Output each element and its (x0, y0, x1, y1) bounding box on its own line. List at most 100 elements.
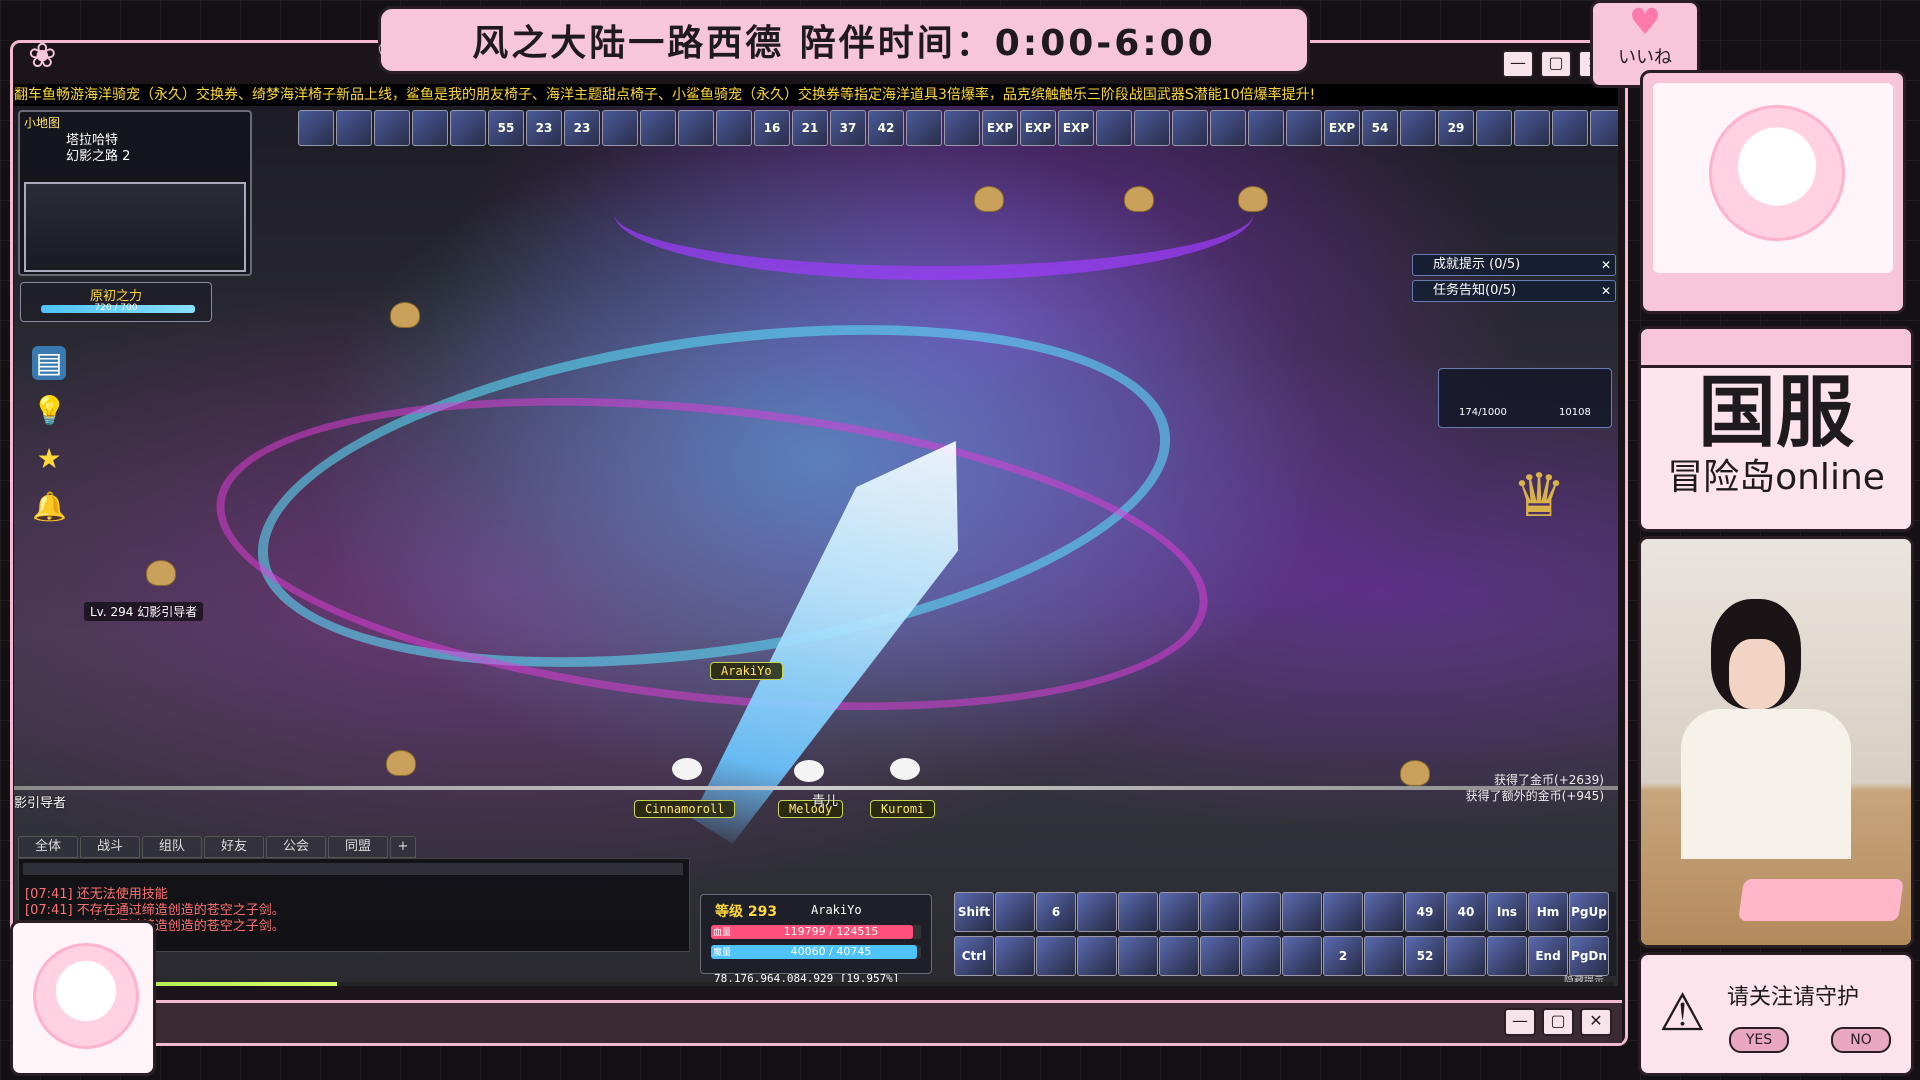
skill-slot[interactable]: 49 (1405, 892, 1445, 932)
skill-slot[interactable] (1364, 936, 1404, 976)
skill-slot[interactable] (1241, 892, 1281, 932)
buff-icon[interactable]: 37 (830, 110, 866, 146)
skill-slot[interactable] (1200, 892, 1240, 932)
bell-icon[interactable]: 🔔 (32, 490, 67, 524)
buff-icon[interactable]: 42 (868, 110, 904, 146)
pet-name-tag[interactable]: Cinnamoroll (634, 800, 736, 818)
minimap-view[interactable] (24, 182, 246, 272)
skill-slot[interactable] (1323, 892, 1363, 932)
skill-slot[interactable] (1159, 892, 1199, 932)
skill-slot[interactable] (1159, 936, 1199, 976)
buff-icon[interactable] (412, 110, 448, 146)
chat-tab[interactable]: 全体 (18, 836, 78, 858)
buff-icon[interactable] (298, 110, 334, 146)
player-name-tag[interactable]: ArakiYo (710, 662, 783, 680)
buff-icon[interactable] (602, 110, 638, 146)
close-button[interactable]: ✕ (1580, 1008, 1612, 1036)
buff-icon[interactable]: EXP (1324, 110, 1360, 146)
money-bag-icon[interactable] (1238, 186, 1268, 212)
buff-icon[interactable] (716, 110, 752, 146)
buff-icon[interactable]: EXP (1058, 110, 1094, 146)
buff-icon[interactable] (1134, 110, 1170, 146)
skill-slot[interactable] (1077, 892, 1117, 932)
add-chat-tab-button[interactable]: + (390, 836, 416, 858)
skill-slot[interactable] (1487, 936, 1527, 976)
star-icon[interactable]: ★ (32, 442, 66, 476)
skill-slot[interactable] (1077, 936, 1117, 976)
skill-slot[interactable] (1118, 936, 1158, 976)
buff-icon[interactable] (944, 110, 980, 146)
minimize-button[interactable]: — (1504, 1008, 1536, 1036)
skill-slot[interactable]: 40 (1446, 892, 1486, 932)
buff-icon[interactable] (1248, 110, 1284, 146)
skill-slot[interactable]: Ins (1487, 892, 1527, 932)
no-button[interactable]: NO (1831, 1027, 1891, 1053)
buff-icon[interactable] (1286, 110, 1322, 146)
buff-icon[interactable]: 23 (526, 110, 562, 146)
money-bag-icon[interactable] (386, 750, 416, 776)
buff-icon[interactable] (450, 110, 486, 146)
book-icon[interactable]: ▤ (32, 346, 66, 380)
minimap[interactable]: 小地图 塔拉哈特 幻影之路 2 (18, 110, 252, 276)
skill-slot[interactable] (1446, 936, 1486, 976)
money-bag-icon[interactable] (146, 560, 176, 586)
buff-icon[interactable]: 55 (488, 110, 524, 146)
achievement-notice[interactable]: 成就提示 (0/5) (1412, 254, 1616, 276)
chat-input[interactable] (23, 863, 683, 875)
maximize-button[interactable]: ▢ (1542, 1008, 1574, 1036)
skill-slot[interactable] (995, 936, 1035, 976)
skill-slot[interactable]: Hm (1528, 892, 1568, 932)
minimize-button[interactable]: — (1502, 50, 1534, 78)
buff-icon[interactable]: 21 (792, 110, 828, 146)
buff-icon[interactable] (678, 110, 714, 146)
money-bag-icon[interactable] (1124, 186, 1154, 212)
buff-icon[interactable] (1476, 110, 1512, 146)
skill-slot[interactable] (995, 892, 1035, 932)
buff-icon[interactable] (374, 110, 410, 146)
buff-icon[interactable] (640, 110, 676, 146)
maximize-button[interactable]: ▢ (1540, 50, 1572, 78)
yes-button[interactable]: YES (1729, 1027, 1789, 1053)
skill-slot[interactable]: Ctrl (954, 936, 994, 976)
buff-icon[interactable] (906, 110, 942, 146)
game-viewport[interactable]: 小地图 塔拉哈特 幻影之路 2 原初之力 720 / 700 ▤ 💡 ★ 🔔 5… (14, 106, 1618, 986)
skill-slot[interactable]: 6 (1036, 892, 1076, 932)
chat-tab[interactable]: 组队 (142, 836, 202, 858)
chat-tab[interactable]: 公会 (266, 836, 326, 858)
buff-icon[interactable]: EXP (982, 110, 1018, 146)
skill-slot[interactable] (1282, 892, 1322, 932)
skill-slot[interactable]: End (1528, 936, 1568, 976)
buff-icon[interactable]: 29 (1438, 110, 1474, 146)
buff-icon[interactable] (1514, 110, 1550, 146)
buff-icon[interactable]: EXP (1020, 110, 1056, 146)
chat-tab[interactable]: 战斗 (80, 836, 140, 858)
skill-slot[interactable]: Shift (954, 892, 994, 932)
buff-icon[interactable] (1172, 110, 1208, 146)
skill-slot[interactable] (1200, 936, 1240, 976)
skill-slot[interactable] (1282, 936, 1322, 976)
skill-slot[interactable] (1118, 892, 1158, 932)
money-bag-icon[interactable] (390, 302, 420, 328)
buff-icon[interactable] (1210, 110, 1246, 146)
chat-tab[interactable]: 同盟 (328, 836, 388, 858)
buff-icon[interactable]: 54 (1362, 110, 1398, 146)
buff-icon[interactable]: 23 (564, 110, 600, 146)
skill-slot[interactable] (1241, 936, 1281, 976)
buff-icon[interactable]: 16 (754, 110, 790, 146)
mission-notice[interactable]: 任务告知(0/5) (1412, 280, 1616, 302)
pet-name-tag[interactable]: Kuromi (870, 800, 936, 818)
buff-icon[interactable] (336, 110, 372, 146)
money-bag-icon[interactable] (1400, 760, 1430, 786)
money-bag-icon[interactable] (974, 186, 1004, 212)
buff-icon[interactable] (1096, 110, 1132, 146)
skill-slot[interactable] (1364, 892, 1404, 932)
skill-slot[interactable]: PgDn (1569, 936, 1609, 976)
buff-icon[interactable] (1590, 110, 1618, 146)
lightbulb-icon[interactable]: 💡 (32, 394, 67, 428)
skill-slot[interactable]: 2 (1323, 936, 1363, 976)
skill-slot[interactable]: 52 (1405, 936, 1445, 976)
npc-name-tag[interactable]: Lv. 294 幻影引导者 (84, 602, 204, 621)
skill-slot[interactable]: PgUp (1569, 892, 1609, 932)
buff-icon[interactable] (1400, 110, 1436, 146)
buff-icon[interactable] (1552, 110, 1588, 146)
